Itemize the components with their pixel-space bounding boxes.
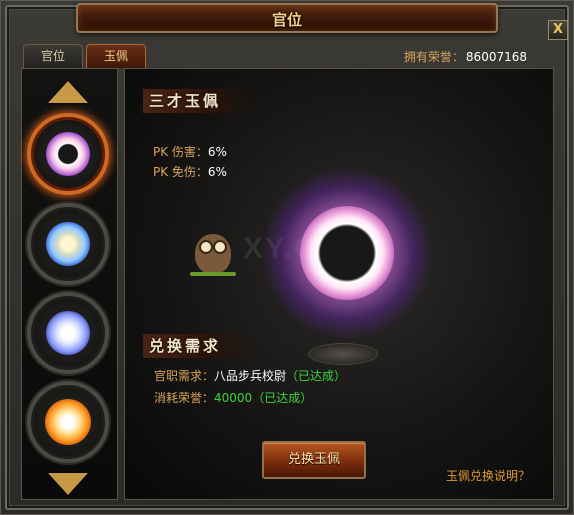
stat-pk-damage: PK 伤害：6%	[153, 143, 227, 160]
scroll-up-arrow-icon[interactable]	[48, 81, 88, 103]
stat-value: 6%	[207, 165, 227, 179]
jade-ring-icon	[300, 206, 394, 300]
stat-pk-reduction: PK 免伤：6%	[153, 163, 227, 180]
tab-official-rank[interactable]: 官位	[23, 44, 83, 68]
white-blue-jade-icon	[46, 311, 90, 355]
tab-jade-pendant[interactable]: 玉佩	[86, 44, 146, 68]
requirement-value: 40000	[214, 391, 253, 405]
stat-label: PK 免伤：	[153, 165, 208, 179]
jade-slot-3[interactable]	[27, 292, 109, 374]
close-button[interactable]: X	[548, 20, 568, 40]
exchange-jade-button[interactable]: 兑换玉佩	[262, 441, 366, 479]
requirement-rank: 官职需求：八品步兵校尉（已达成）	[154, 367, 346, 384]
exchange-help-link[interactable]: 玉佩兑换说明？	[446, 467, 530, 484]
purple-jade-icon	[46, 132, 90, 176]
requirement-value: 八品步兵校尉	[214, 369, 287, 383]
requirement-label: 官职需求：	[154, 369, 215, 383]
window-title: 官位	[271, 11, 302, 29]
jade-name-heading: 三才玉佩	[143, 89, 252, 113]
requirement-honor: 消耗荣誉：40000（已达成）	[154, 389, 312, 406]
requirements-heading: 兑换需求	[143, 334, 252, 358]
honor-value: 86007168	[465, 50, 527, 64]
honor-label: 拥有荣誉：	[403, 50, 464, 64]
requirement-label: 消耗荣誉：	[154, 391, 215, 405]
stat-value: 6%	[207, 145, 227, 159]
blue-jade-icon	[46, 222, 90, 266]
requirement-status: （已达成）	[252, 391, 313, 405]
stat-label: PK 伤害：	[153, 145, 208, 159]
jade-pedestal	[308, 343, 378, 365]
jade-slot-2[interactable]	[27, 203, 109, 285]
title-bar: 官位	[76, 3, 498, 33]
scroll-down-arrow-icon[interactable]	[48, 473, 88, 495]
owl-mascot-icon	[190, 228, 236, 278]
jade-preview	[262, 168, 432, 338]
jade-slot-1[interactable]	[27, 113, 109, 195]
golden-jade-icon	[45, 399, 91, 445]
jade-slot-4[interactable]	[27, 381, 109, 463]
honor-display: 拥有荣誉： 86007168	[404, 48, 527, 65]
requirement-status: （已达成）	[286, 369, 347, 383]
